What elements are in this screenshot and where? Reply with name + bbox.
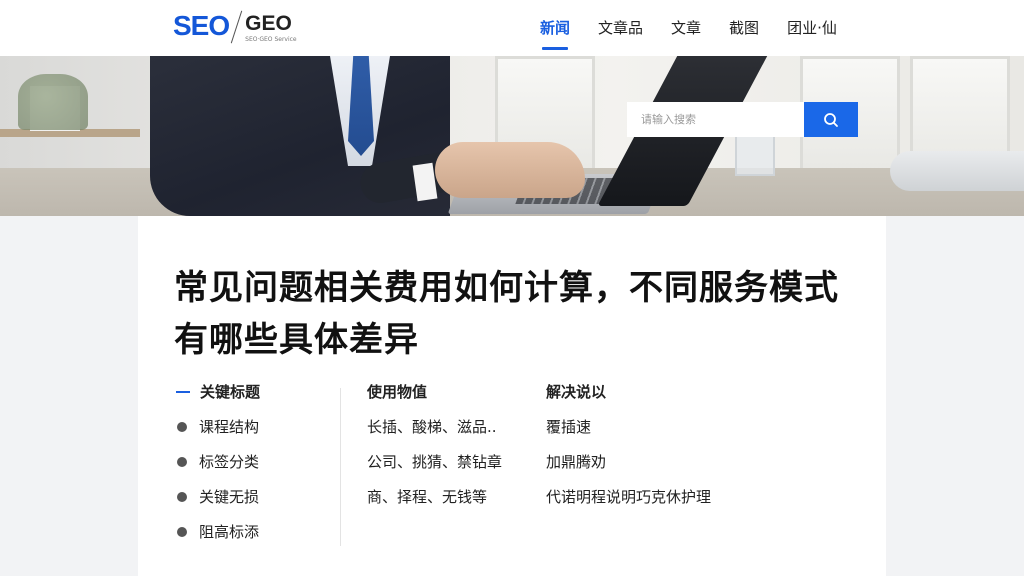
list-item[interactable]: 阻高标添 (176, 522, 326, 557)
nav-item-products[interactable]: 文章品 (598, 0, 643, 56)
nav-item-articles[interactable]: 文章 (671, 0, 701, 56)
bullet-icon (177, 457, 187, 467)
site-header: SEO GEO SEO·GEO Service 新闻 文章品 文章 截图 团业·… (0, 0, 1024, 56)
list-item[interactable]: 关键无损 (176, 487, 326, 522)
main-nav: 新闻 文章品 文章 截图 团业·仙 (540, 0, 865, 56)
solution-list: 覆插速 加鼎腾劝 代诺明程说明巧克休护理 (546, 417, 876, 522)
nav-item-about[interactable]: 团业·仙 (787, 0, 837, 56)
list-item[interactable]: 课程结构 (176, 417, 326, 452)
bullet-icon (177, 527, 187, 537)
nav-item-news[interactable]: 新闻 (540, 0, 570, 56)
column-heading: 关键标题 (176, 382, 326, 402)
site-logo[interactable]: SEO GEO SEO·GEO Service (173, 10, 297, 46)
list-item: 加鼎腾劝 (546, 453, 607, 471)
list-item: 代诺明程说明巧克休护理 (546, 488, 712, 506)
column-divider (340, 388, 341, 546)
solution-column: 解决说以 覆插速 加鼎腾劝 代诺明程说明巧克休护理 (546, 382, 876, 522)
article-title: 常见问题相关费用如何计算，不同服务模式有哪些具体差异 (174, 268, 839, 360)
keywords-list: 课程结构 标签分类 关键无损 阻高标添 (176, 417, 326, 557)
column-heading: 解决说以 (546, 383, 607, 401)
keywords-column: 关键标题 课程结构 标签分类 关键无损 阻高标添 (176, 382, 326, 557)
search-icon (824, 112, 838, 127)
usage-column: 使用物值 长插、酸梯、滋品.. 公司、挑猜、禁钻章 商、择程、无钱等 (367, 382, 537, 522)
list-item: 覆插速 (546, 418, 592, 436)
logo-seo-text: SEO (173, 10, 230, 41)
glass-cup (735, 131, 775, 176)
search-input[interactable] (627, 102, 804, 137)
logo-divider (230, 10, 243, 44)
list-item: 商、择程、无钱等 (367, 488, 488, 506)
nav-item-cases[interactable]: 截图 (729, 0, 759, 56)
bullet-icon (177, 492, 187, 502)
logo-tagline: SEO·GEO Service (245, 36, 297, 43)
list-item[interactable]: 标签分类 (176, 452, 326, 487)
bullet-icon (177, 422, 187, 432)
logo-geo-text: GEO (245, 12, 292, 35)
list-item: 公司、挑猜、禁钻章 (367, 453, 503, 471)
plant (18, 74, 88, 130)
hands (435, 142, 585, 198)
search-bar (627, 102, 858, 137)
hero-banner (0, 56, 1024, 216)
search-button[interactable] (804, 102, 858, 137)
article-card: 常见问题相关费用如何计算，不同服务模式有哪些具体差异 关键标题 课程结构 标签分… (138, 216, 886, 576)
list-item: 长插、酸梯、滋品.. (367, 418, 497, 436)
usage-list: 长插、酸梯、滋品.. 公司、挑猜、禁钻章 商、择程、无钱等 (367, 417, 537, 522)
chair (890, 151, 1024, 191)
column-heading: 使用物值 (367, 383, 428, 401)
